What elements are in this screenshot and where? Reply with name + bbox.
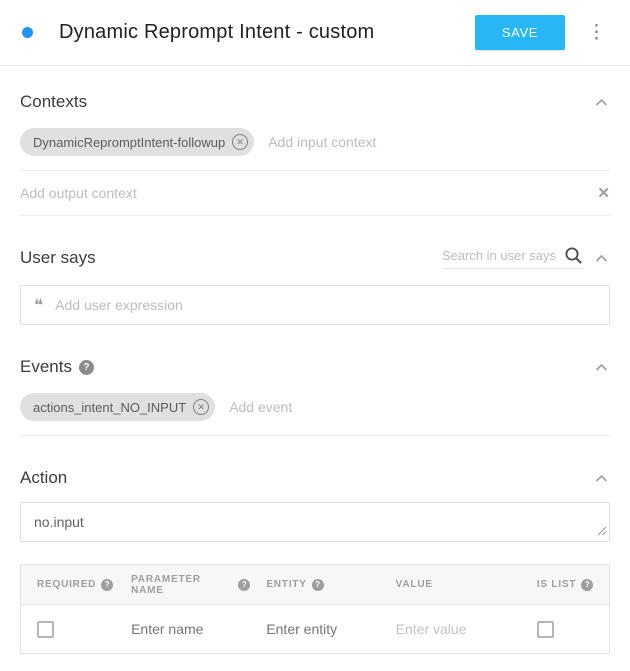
add-output-context-field[interactable]: Add output context [20,185,137,201]
parameter-name-help-icon[interactable]: ? [238,579,250,591]
contexts-collapse-button[interactable] [593,94,610,110]
contexts-section: Contexts DynamicRepromptIntent-followup … [0,66,630,216]
save-button[interactable]: SAVE [475,15,565,50]
chevron-up-icon [595,254,608,262]
chevron-up-icon [595,98,608,106]
parameters-header-row: REQUIRED ? PARAMETER NAME ? ENTITY ? VAL… [21,565,609,605]
is-list-checkbox[interactable] [537,621,554,638]
required-checkbox[interactable] [37,621,54,638]
search-icon[interactable] [564,246,583,265]
add-event-field[interactable]: Add event [229,399,292,415]
divider [20,435,610,436]
parameter-name-input[interactable]: Enter name [131,621,203,637]
col-required-label: REQUIRED [37,579,96,590]
contexts-title: Contexts [20,92,87,112]
events-chip-row: actions_intent_NO_INPUT ✕ Add event [20,393,610,421]
col-parameter-name-label: PARAMETER NAME [131,574,233,596]
action-value: no.input [34,514,84,530]
action-input[interactable]: no.input [20,502,610,542]
col-entity-label: ENTITY [266,579,306,590]
quote-icon: ❝ [34,297,43,314]
user-says-search[interactable]: Search in user says [442,246,583,269]
action-collapse-button[interactable] [593,470,610,486]
value-input[interactable]: Enter value [396,621,467,637]
input-context-chip-label: DynamicRepromptIntent-followup [33,135,225,150]
col-value-label: VALUE [396,579,433,590]
event-chip-label: actions_intent_NO_INPUT [33,400,186,415]
event-chip: actions_intent_NO_INPUT ✕ [20,393,215,421]
add-input-context-field[interactable]: Add input context [268,134,376,150]
action-section: Action no.input REQUIRED ? PARAMETER NAM… [0,468,630,654]
entity-help-icon[interactable]: ? [312,579,324,591]
user-says-title: User says [20,248,96,268]
events-help-icon[interactable]: ? [79,360,94,375]
chevron-up-icon [595,363,608,371]
parameter-row: Enter name Enter entity Enter value [21,605,609,653]
search-input[interactable]: Search in user says [442,248,556,263]
output-contexts-row: Add output context ✕ [20,171,610,215]
resize-handle-icon[interactable] [597,523,607,539]
events-title: Events [20,357,72,377]
remove-context-icon[interactable]: ✕ [232,134,248,150]
events-collapse-button[interactable] [593,359,610,375]
user-says-collapse-button[interactable] [593,250,610,266]
input-contexts-row: DynamicRepromptIntent-followup ✕ Add inp… [20,128,610,156]
intent-header: Dynamic Reprompt Intent - custom SAVE ⋮ [0,0,630,66]
input-context-chip: DynamicRepromptIntent-followup ✕ [20,128,254,156]
user-says-section: User says Search in user says ❝ Add user… [0,246,630,325]
divider [20,215,610,216]
action-title: Action [20,468,67,488]
is-list-help-icon[interactable]: ? [581,579,593,591]
events-section: Events ? actions_intent_NO_INPUT ✕ Add e… [0,357,630,436]
clear-output-context-icon[interactable]: ✕ [597,184,610,202]
user-expression-placeholder: Add user expression [55,297,183,313]
parameters-table: REQUIRED ? PARAMETER NAME ? ENTITY ? VAL… [20,564,610,654]
required-help-icon[interactable]: ? [101,579,113,591]
chevron-up-icon [595,474,608,482]
remove-event-icon[interactable]: ✕ [193,399,209,415]
user-expression-input[interactable]: ❝ Add user expression [20,285,610,325]
page-title: Dynamic Reprompt Intent - custom [59,21,374,44]
col-is-list-label: IS LIST [537,579,577,590]
entity-input[interactable]: Enter entity [266,621,337,637]
intent-priority-dot[interactable] [22,27,33,38]
kebab-menu-icon[interactable]: ⋮ [581,21,612,44]
